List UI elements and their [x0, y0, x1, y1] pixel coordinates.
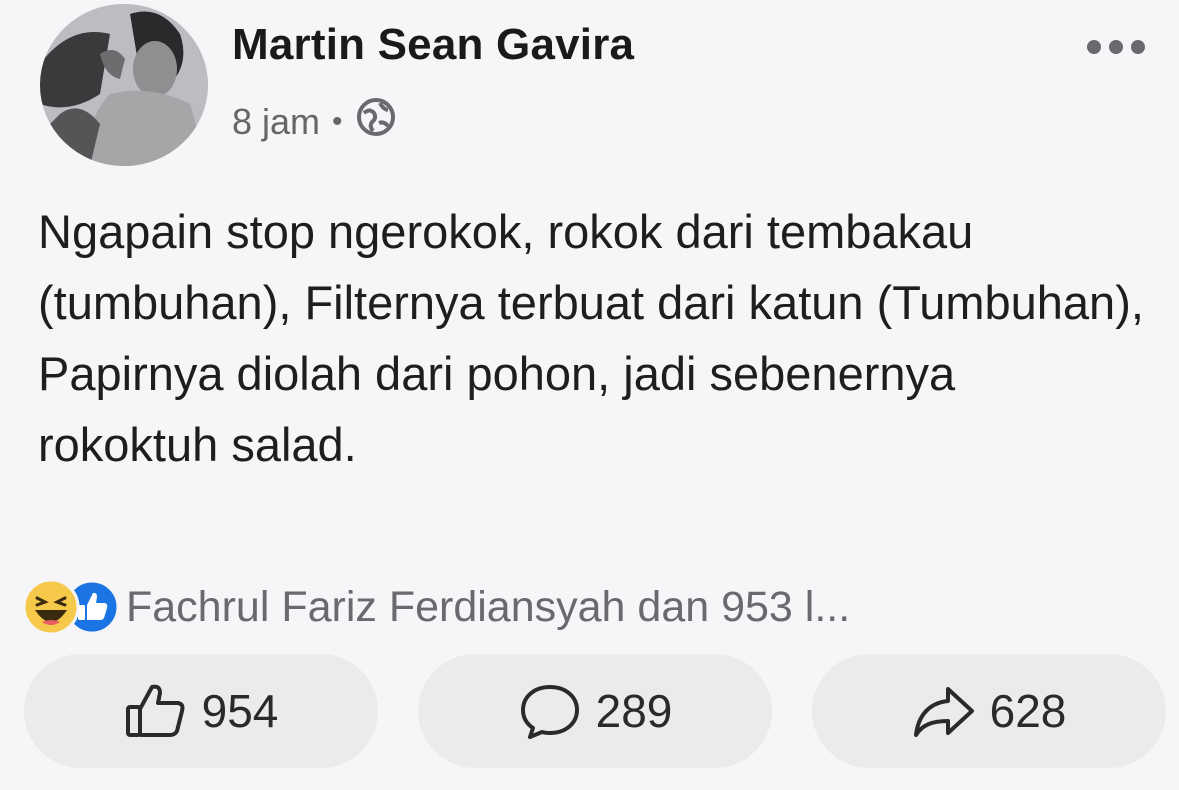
reactions-summary[interactable]: Fachrul Fariz Ferdiansyah dan 953 l...	[22, 578, 850, 636]
comment-count: 289	[595, 685, 673, 737]
like-button[interactable]: 954	[24, 654, 378, 768]
share-button[interactable]: 628	[812, 654, 1166, 768]
action-bar: 954 289 628	[24, 654, 1166, 768]
more-dot-icon	[1131, 40, 1145, 54]
comment-button[interactable]: 289	[418, 654, 772, 768]
post-meta: 8 jam •	[232, 96, 397, 147]
more-options-button[interactable]	[1087, 40, 1145, 54]
avatar-photo	[40, 4, 208, 166]
post-time[interactable]: 8 jam	[232, 101, 320, 143]
comment-bubble-icon	[520, 685, 579, 739]
avatar[interactable]	[40, 4, 208, 166]
reaction-icons	[22, 578, 120, 636]
reactions-summary-text: Fachrul Fariz Ferdiansyah dan 953 l...	[126, 582, 851, 631]
author-name[interactable]: Martin Sean Gavira	[232, 20, 634, 70]
more-dot-icon	[1109, 40, 1123, 54]
globe-icon	[355, 96, 397, 147]
thumbs-up-icon	[125, 684, 185, 737]
meta-separator: •	[332, 104, 343, 138]
share-count: 628	[989, 685, 1067, 737]
like-count: 954	[201, 685, 279, 737]
haha-icon	[22, 578, 80, 636]
more-dot-icon	[1087, 40, 1101, 54]
share-arrow-icon	[913, 687, 974, 737]
post-text: Ngapain stop ngerokok, rokok dari tembak…	[38, 205, 1144, 471]
